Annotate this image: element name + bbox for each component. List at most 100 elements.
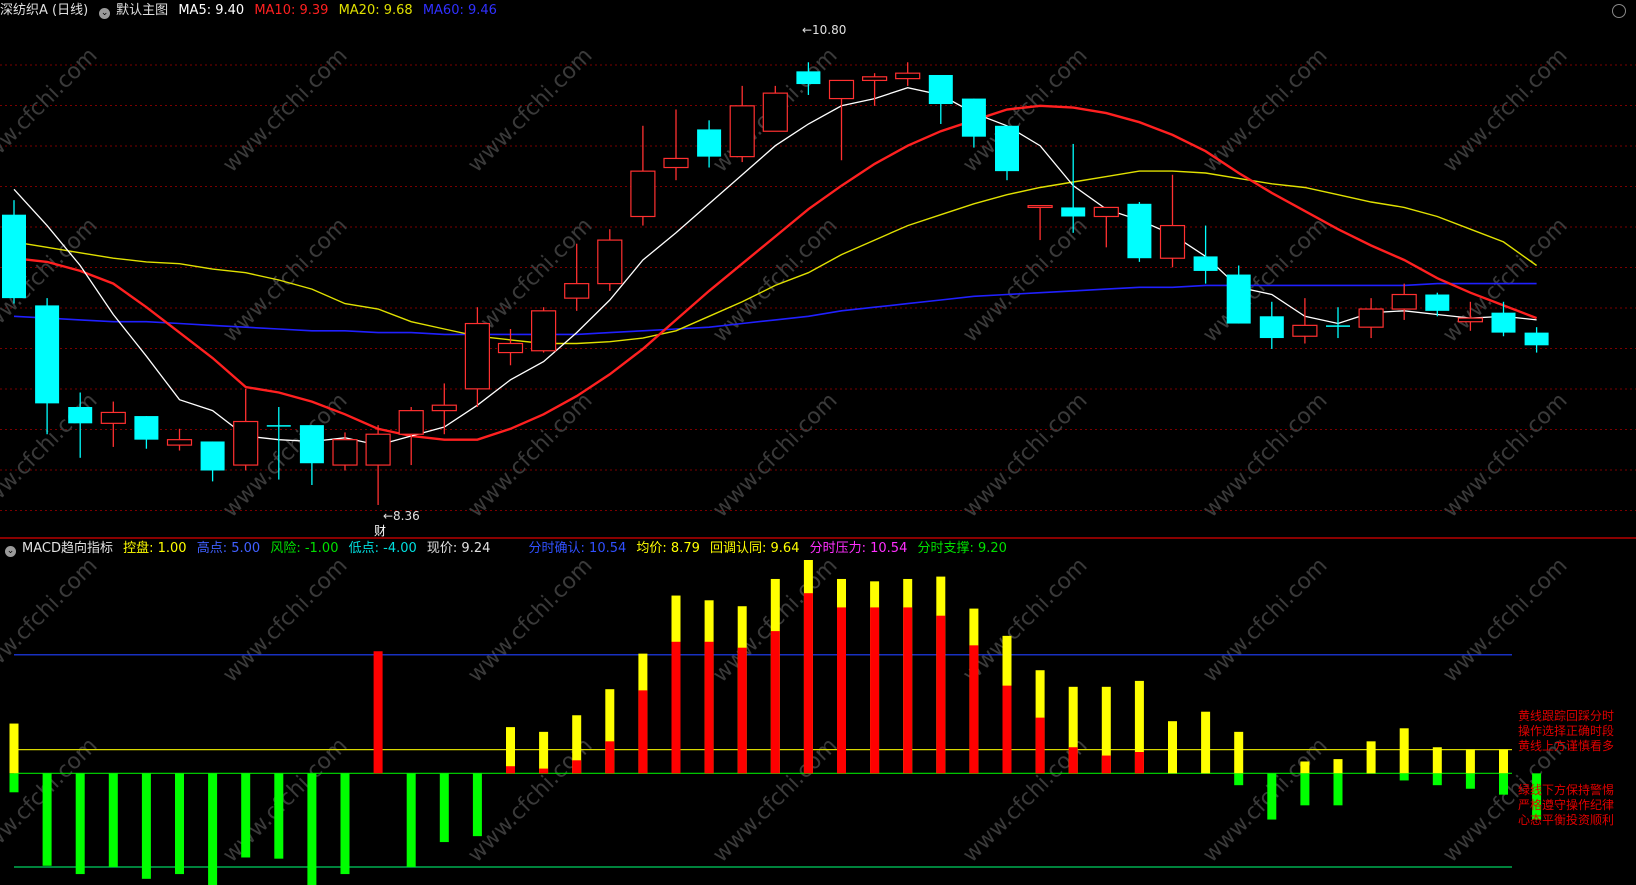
huitiao-value: 回调认同: 9.64 bbox=[710, 541, 800, 556]
candle-body bbox=[861, 76, 888, 82]
candle-body bbox=[365, 433, 391, 466]
histogram-bar bbox=[1267, 773, 1277, 820]
histogram-green bbox=[1399, 773, 1409, 781]
gaodian-value: 高点: 5.00 bbox=[196, 541, 261, 556]
histogram-bar bbox=[539, 731, 549, 774]
junjia-value: 均价: 8.79 bbox=[636, 541, 700, 556]
panel-menu-icon[interactable]: ⌄ bbox=[99, 8, 111, 19]
histogram-bar bbox=[208, 773, 218, 885]
histogram-bar bbox=[638, 653, 648, 774]
candle-body bbox=[961, 98, 986, 137]
settings-icon[interactable] bbox=[1612, 4, 1626, 18]
candle bbox=[2, 200, 26, 304]
histogram-red bbox=[1035, 717, 1045, 774]
histogram-red bbox=[572, 760, 582, 774]
histogram-red bbox=[671, 641, 681, 774]
histogram-bar bbox=[770, 578, 780, 774]
ma20-value: MA20: 9.68 bbox=[338, 3, 413, 18]
stock-title[interactable]: 深纺织A (日线) bbox=[0, 3, 88, 18]
histogram-bar bbox=[9, 723, 19, 793]
histogram-green bbox=[75, 773, 85, 875]
candle bbox=[762, 85, 788, 132]
histogram-green bbox=[1432, 773, 1442, 786]
candle-body bbox=[530, 310, 557, 352]
histogram-green bbox=[307, 773, 317, 885]
note-bottom-line: 心态平衡投资顺利 bbox=[1518, 813, 1615, 827]
histogram-bar bbox=[439, 773, 449, 843]
fenshi-queren-value: 分时确认: 10.54 bbox=[528, 541, 627, 556]
histogram-bar bbox=[373, 651, 383, 774]
histogram-green bbox=[274, 773, 284, 859]
xianjia-value: 现价: 9.24 bbox=[426, 541, 491, 556]
histogram-bar bbox=[75, 773, 85, 875]
candle-body bbox=[1292, 324, 1318, 337]
kline-chart[interactable]: www.cfchi.com www.cfchi.com www.cfchi.com w… bbox=[0, 0, 1636, 885]
candle-body bbox=[1457, 317, 1484, 323]
histogram-green bbox=[406, 773, 416, 867]
panel-name[interactable]: 默认主图 bbox=[116, 3, 168, 18]
high-arrow: ← bbox=[802, 23, 812, 37]
histogram-red bbox=[704, 641, 714, 774]
histogram-green bbox=[1300, 773, 1310, 806]
histogram-red bbox=[770, 631, 780, 774]
candle-body bbox=[299, 425, 324, 464]
histogram-bar bbox=[175, 773, 184, 875]
histogram-yellow bbox=[1234, 731, 1244, 774]
histogram-yellow bbox=[1300, 761, 1310, 774]
candle-body bbox=[762, 92, 788, 132]
histogram-bar bbox=[1499, 749, 1508, 795]
histogram-green bbox=[208, 773, 218, 885]
histogram-bar bbox=[936, 576, 946, 774]
histogram-red bbox=[638, 690, 648, 774]
histogram-bar bbox=[1201, 711, 1211, 774]
histogram-bar bbox=[704, 600, 714, 774]
histogram-green bbox=[175, 773, 184, 875]
candle-body bbox=[895, 72, 921, 80]
histogram-bar bbox=[241, 773, 251, 858]
histogram-bar bbox=[1068, 686, 1078, 774]
candle-body bbox=[697, 129, 722, 157]
histogram-bar bbox=[141, 773, 151, 879]
histogram-green bbox=[1333, 773, 1343, 806]
didian-value: 低点: -4.00 bbox=[348, 541, 417, 556]
histogram-bar bbox=[1465, 749, 1475, 789]
indicator-name[interactable]: MACD趋向指标 bbox=[22, 541, 113, 556]
histogram-bar bbox=[1333, 759, 1343, 806]
histogram-yellow bbox=[1366, 741, 1376, 774]
candle-body bbox=[597, 239, 623, 285]
histogram-bar bbox=[1134, 680, 1144, 774]
histogram-green bbox=[241, 773, 251, 858]
histogram-green bbox=[1465, 773, 1475, 789]
note-top: 黄线跟踪回踩分时 操作选择正确时段 黄线上方谨慎看多 bbox=[1518, 709, 1632, 754]
histogram-yellow bbox=[539, 731, 549, 774]
histogram-bar bbox=[1234, 731, 1244, 786]
histogram-yellow bbox=[1201, 711, 1211, 774]
note-bottom-line: 严格遵守操作纪律 bbox=[1518, 798, 1615, 812]
histogram-bar bbox=[870, 581, 880, 774]
histogram-red bbox=[1134, 752, 1144, 774]
candle-body bbox=[928, 74, 953, 105]
histogram-bar bbox=[605, 689, 615, 774]
note-top-line: 操作选择正确时段 bbox=[1518, 724, 1615, 738]
candle-body bbox=[1061, 207, 1086, 217]
histogram-bar bbox=[969, 608, 979, 774]
note-top-line: 黄线上方谨慎看多 bbox=[1518, 739, 1615, 753]
histogram-bar bbox=[108, 773, 118, 867]
histogram-red bbox=[539, 768, 549, 774]
indicator-menu-icon[interactable]: ⌄ bbox=[5, 546, 16, 557]
histogram-bar bbox=[1101, 686, 1111, 774]
candle-body bbox=[663, 157, 689, 169]
candle-body bbox=[431, 404, 457, 412]
high-label: 10.80 bbox=[812, 23, 846, 37]
candle-body bbox=[68, 407, 93, 424]
histogram-bar bbox=[307, 773, 317, 885]
histogram-red bbox=[969, 645, 979, 774]
candle-body bbox=[233, 420, 259, 466]
histogram-green bbox=[42, 773, 52, 866]
histogram-green bbox=[1267, 773, 1277, 820]
candle-body bbox=[266, 425, 291, 427]
histogram-yellow bbox=[1168, 721, 1177, 774]
histogram-yellow bbox=[1432, 747, 1442, 774]
candle-body bbox=[398, 410, 424, 435]
histogram-yellow bbox=[1499, 749, 1508, 774]
